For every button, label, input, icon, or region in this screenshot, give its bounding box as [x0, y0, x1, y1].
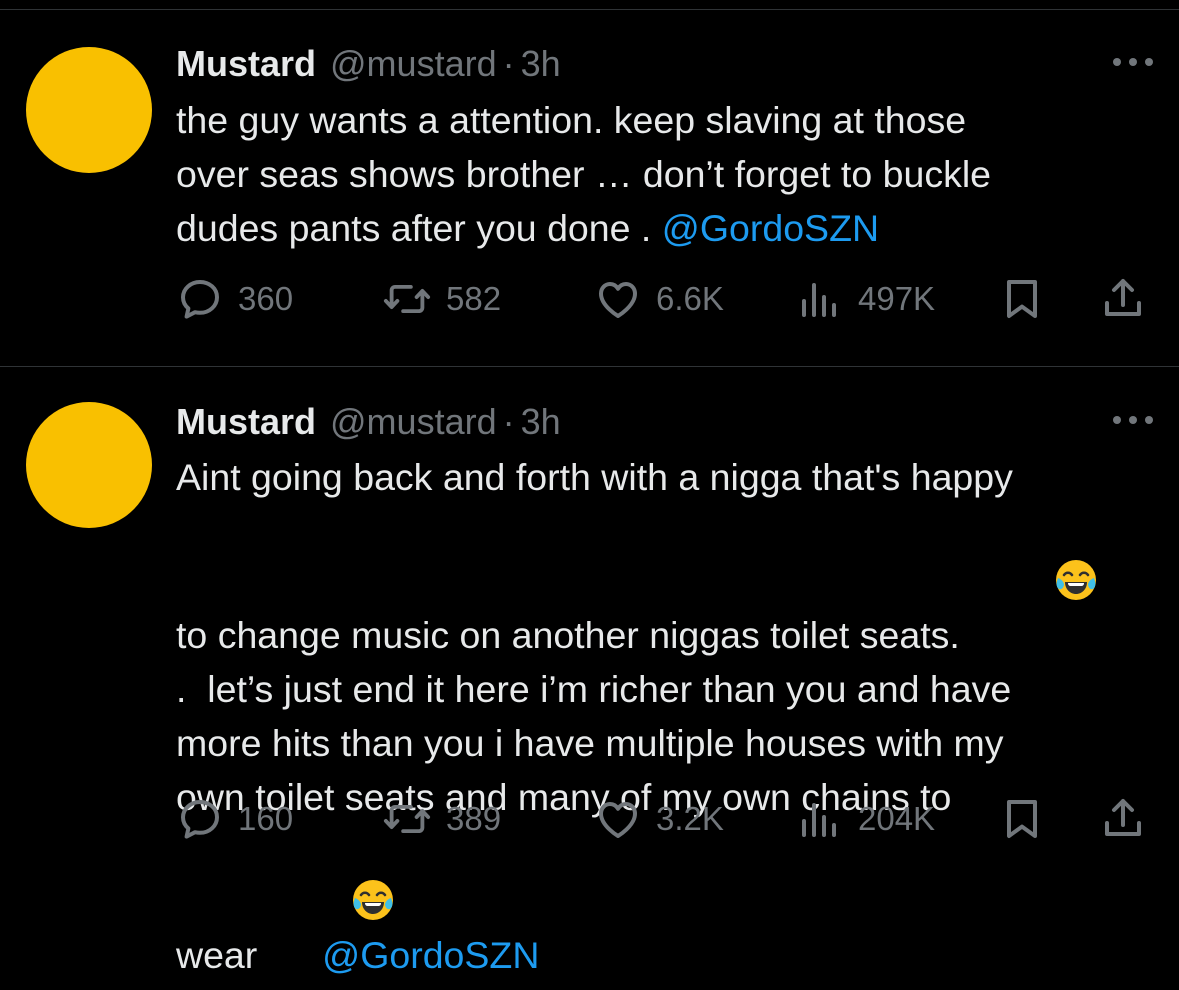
separator-dot: · — [502, 43, 515, 84]
bookmark-icon — [998, 795, 1046, 843]
text-segment: wear — [176, 934, 268, 976]
action-bar: 360 582 6.6K 497K — [176, 273, 1151, 325]
reply-count: 160 — [238, 800, 294, 837]
bookmark-icon — [998, 275, 1046, 323]
share-button[interactable] — [1099, 793, 1147, 845]
tweet[interactable]: Mustard @mustard · 3h the guy wants a at… — [0, 41, 1179, 361]
text-segment: Aint going back and forth with a nigga t… — [176, 456, 1013, 498]
text-segment: . let’s just end it here i’m richer than… — [176, 668, 1012, 710]
text-segment: to change music on another niggas toilet… — [176, 614, 971, 656]
share-icon — [1099, 275, 1147, 323]
text-line: more hits than you i have multiple house… — [176, 716, 1151, 770]
more-icon[interactable] — [1113, 405, 1153, 435]
avatar[interactable] — [26, 402, 152, 528]
action-bar: 160 389 3.2K 204K — [176, 793, 1151, 845]
share-button[interactable] — [1099, 273, 1147, 325]
reply-count: 360 — [238, 280, 294, 317]
text-line: wear @GordoSZN — [176, 824, 1151, 982]
author-handle[interactable]: @mustard — [330, 401, 497, 443]
laughing-emoji-svg — [1055, 560, 1096, 600]
reply-icon — [176, 795, 224, 843]
like-count: 6.6K — [656, 280, 724, 317]
text-segment: dudes pants after you done . — [176, 207, 662, 249]
top-divider — [0, 9, 1179, 10]
tweet-header: Mustard @mustard · 3h — [176, 399, 561, 445]
reply-button[interactable]: 160 — [176, 793, 293, 845]
tweet[interactable]: Mustard @mustard · 3h Aint going back an… — [0, 399, 1179, 976]
text-segment: the guy wants a attention. keep slaving … — [176, 99, 967, 141]
text-line: the guy wants a attention. keep slaving … — [176, 93, 1151, 147]
bookmark-button[interactable] — [998, 273, 1046, 325]
views-icon — [796, 795, 844, 843]
mention-link[interactable]: @GordoSZN — [322, 934, 539, 976]
tweet-text: the guy wants a attention. keep slaving … — [176, 93, 1151, 255]
like-button[interactable]: 6.6K — [594, 273, 724, 325]
text-line: over seas shows brother … don’t forget t… — [176, 147, 1151, 201]
repost-count: 389 — [446, 800, 502, 837]
repost-icon — [382, 795, 432, 843]
text-line: dudes pants after you done . @GordoSZN — [176, 201, 1151, 255]
like-count: 3.2K — [656, 800, 724, 837]
timestamp[interactable]: 3h — [521, 43, 561, 85]
text-line: to change music on another niggas toilet… — [176, 504, 1151, 662]
laughing-emoji — [970, 504, 1096, 600]
views-count: 497K — [858, 280, 936, 317]
repost-icon — [382, 275, 432, 323]
like-icon — [594, 275, 642, 323]
laughing-emoji-svg — [353, 880, 394, 920]
like-button[interactable]: 3.2K — [594, 793, 724, 845]
reply-icon — [176, 275, 224, 323]
mention-link[interactable]: @GordoSZN — [662, 207, 879, 249]
reply-button[interactable]: 360 — [176, 273, 293, 325]
share-icon — [1099, 795, 1147, 843]
repost-button[interactable]: 582 — [382, 273, 501, 325]
views-count: 204K — [858, 800, 936, 837]
author-handle[interactable]: @mustard — [330, 43, 497, 85]
text-line: . let’s just end it here i’m richer than… — [176, 662, 1151, 716]
author-name[interactable]: Mustard — [176, 43, 316, 85]
views-button[interactable]: 497K — [796, 273, 935, 325]
author-name[interactable]: Mustard — [176, 401, 316, 443]
separator-dot: · — [502, 401, 515, 442]
text-segment: over seas shows brother … don’t forget t… — [176, 153, 992, 195]
text-line: Aint going back and forth with a nigga t… — [176, 450, 1151, 504]
more-icon[interactable] — [1113, 47, 1153, 77]
repost-count: 582 — [446, 280, 502, 317]
tweet-text: Aint going back and forth with a nigga t… — [176, 450, 1151, 982]
tweet-header: Mustard @mustard · 3h — [176, 41, 561, 87]
views-button[interactable]: 204K — [796, 793, 935, 845]
avatar[interactable] — [26, 47, 152, 173]
bookmark-button[interactable] — [998, 793, 1046, 845]
text-segment — [312, 934, 322, 976]
text-segment: more hits than you i have multiple house… — [176, 722, 1004, 764]
views-icon — [796, 275, 844, 323]
repost-button[interactable]: 389 — [382, 793, 501, 845]
tweet-divider — [0, 366, 1179, 367]
timestamp[interactable]: 3h — [521, 401, 561, 443]
like-icon — [594, 795, 642, 843]
